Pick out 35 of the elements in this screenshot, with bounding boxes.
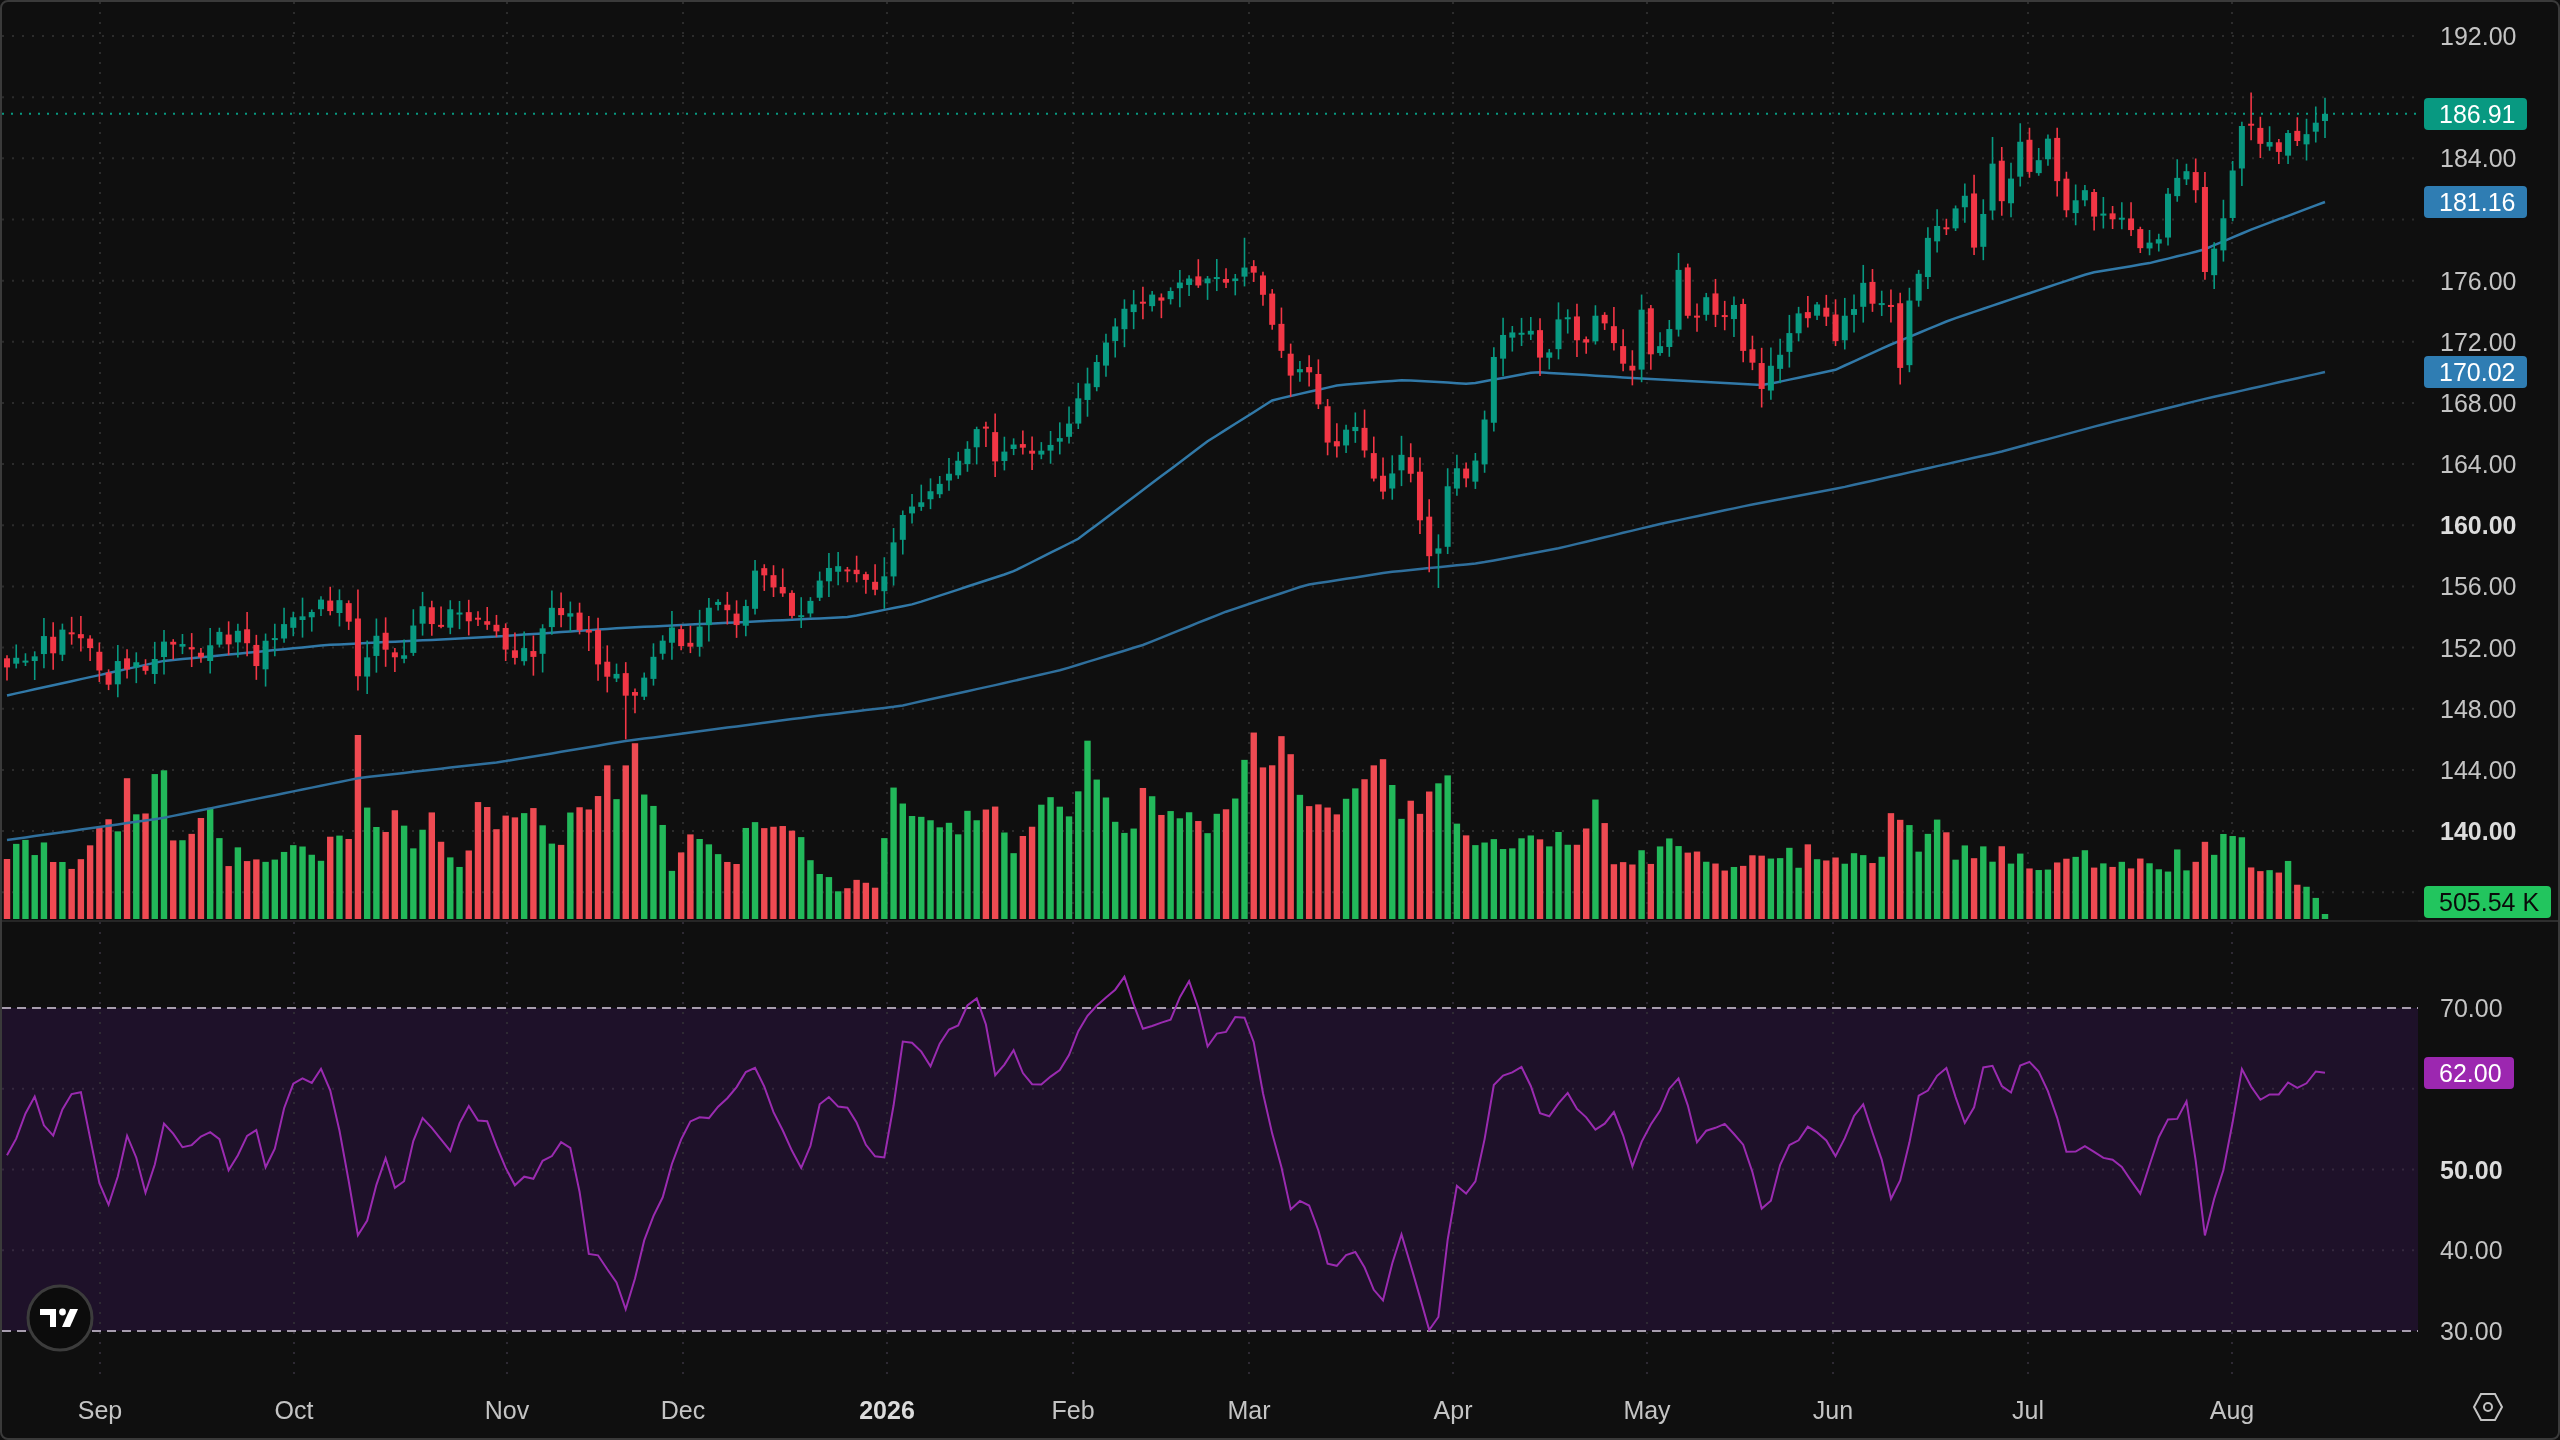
time-axis-label: Feb (1051, 1397, 1095, 1423)
price-axis-label: 156.00 (2440, 573, 2517, 600)
price-scale-value-label: 170.02 (2424, 356, 2528, 389)
time-axis-label: Dec (660, 1397, 706, 1423)
rsi-value-label: 62.00 (2424, 1056, 2514, 1089)
price-axis-label: 164.00 (2440, 451, 2517, 478)
rsi-axis-label: 70.00 (2440, 995, 2503, 1021)
price-axis-label: 160.00 (2440, 512, 2517, 539)
time-axis-label: Sep (77, 1397, 123, 1423)
time-axis-label: Aug (2209, 1397, 2255, 1423)
price-axis-label: 140.00 (2440, 818, 2517, 845)
time-axis-label: Nov (484, 1397, 530, 1423)
settings-icon[interactable] (2472, 1392, 2504, 1422)
time-axis-label: May (1623, 1397, 1671, 1423)
price-axis-label: 172.00 (2440, 328, 2517, 355)
rsi-axis-label: 40.00 (2440, 1237, 2503, 1264)
price-axis-label: 168.00 (2440, 389, 2517, 416)
volume-value-label: 505.54 K (2424, 886, 2552, 918)
time-axis-label: Jul (2012, 1397, 2044, 1423)
time-axis-label: Apr (1433, 1397, 1473, 1423)
rsi-axis-label: 30.00 (2440, 1318, 2503, 1344)
logo-icon (26, 1284, 94, 1352)
time-axis-label: Mar (1227, 1397, 1271, 1423)
time-axis-label: 2026 (859, 1397, 915, 1423)
price-axis-label: 176.00 (2440, 267, 2517, 294)
time-axis-label: Jun (1812, 1397, 1854, 1423)
time-axis-label: Oct (274, 1397, 314, 1423)
price-scale-value-label: 181.16 (2424, 185, 2528, 218)
rsi-axis-label: 50.00 (2440, 1156, 2503, 1183)
price-axis-label: 192.00 (2440, 23, 2517, 49)
price-axis-label: 184.00 (2440, 145, 2517, 172)
price-scale-value-label: 186.91 (2424, 97, 2528, 130)
price-axis-label: 152.00 (2440, 634, 2517, 661)
price-axis-label: 144.00 (2440, 756, 2517, 783)
price-axis-label: 148.00 (2440, 695, 2517, 722)
